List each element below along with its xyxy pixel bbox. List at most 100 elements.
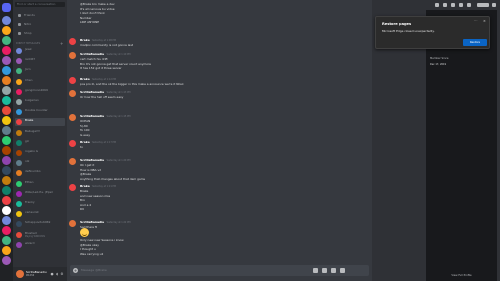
dm-item[interactable]: Double Counter [15,108,65,116]
mute-icon[interactable]: ● [50,272,54,276]
message-text: It has 152 got it three server [80,66,122,71]
dm-item[interactable]: Ethan [15,180,65,188]
nav-shop[interactable]: Shop [15,30,65,37]
search-box[interactable] [477,3,489,7]
server-icon[interactable] [2,136,11,145]
server-icon[interactable] [2,26,11,35]
message-author[interactable]: Brake [80,184,90,188]
server-icon[interactable] [2,206,11,215]
server-icon[interactable] [2,186,11,195]
inbox-icon[interactable] [492,3,496,7]
server-icon[interactable] [2,126,11,135]
dm-item[interactable]: Babugal!!! [15,129,65,137]
avatar[interactable] [69,220,76,227]
message-timestamp: Yesterday at 1:21 PM [91,185,116,188]
sticker-icon[interactable] [331,268,336,273]
message-author[interactable]: ScrillaBanadiu [80,90,104,94]
dm-item[interactable]: Chen [15,78,65,86]
message-input[interactable]: Message @Brake [81,265,107,276]
message-author[interactable]: ScrillaBanadiu [80,158,104,162]
dm-item[interactable]: Jewk [15,47,65,55]
server-icon[interactable] [2,36,11,45]
dm-item[interactable]: reddit? [15,57,65,65]
avatar[interactable] [16,270,24,278]
server-icon[interactable] [2,46,11,55]
server-icon[interactable] [2,236,11,245]
server-icon[interactable] [2,106,11,115]
avatar[interactable] [69,77,76,84]
dm-item[interactable]: wizard [15,241,65,249]
dm-item[interactable]: glc [15,139,65,147]
avatar [16,241,22,248]
message-author[interactable]: ScrillaBanadiu [80,220,104,224]
create-dm-icon[interactable]: + [60,41,63,46]
dm-item[interactable]: Franky [15,200,65,208]
server-icon[interactable] [2,66,11,75]
server-icon[interactable] [2,216,11,225]
server-icon[interactable] [2,156,11,165]
message-author[interactable]: Brake [80,38,90,42]
dm-status: Playing WINDOWS [25,234,46,238]
more-icon[interactable]: ⋯ [474,19,477,23]
server-icon[interactable] [2,116,11,125]
dm-item[interactable]: nik [15,159,65,167]
profile-toggle-icon[interactable] [467,3,471,7]
avatar[interactable] [69,38,76,45]
add-friend-icon[interactable] [459,3,463,7]
dm-item[interactable]: Wibu/Leb P.s. (Epsil [15,190,65,198]
server-icon[interactable] [2,146,11,155]
view-full-profile-link[interactable]: View Full Profile [426,274,497,277]
close-icon[interactable]: × [483,19,486,23]
dm-item[interactable]: definumbo [15,169,65,177]
server-icon[interactable] [2,56,11,65]
home-button[interactable] [2,3,11,12]
server-icon[interactable] [2,256,11,265]
server-icon[interactable] [2,226,11,235]
avatar[interactable] [69,184,76,191]
server-icon[interactable] [2,76,11,85]
dm-name: gongmono2069 [25,87,48,92]
dm-item[interactable]: carlaurist [15,210,65,218]
gif-icon[interactable] [322,268,327,273]
call-icon[interactable] [435,3,439,7]
headphones-icon[interactable]: ◖ [55,272,59,276]
dm-name: Brake [25,118,34,123]
message-author[interactable]: ScrillaBanadiu [80,114,104,118]
server-icon[interactable] [2,196,11,205]
server-icon[interactable] [2,176,11,185]
dm-item[interactable]: gongmono2069 [15,88,65,96]
attach-icon[interactable]: + [73,268,78,273]
message-author[interactable]: Brake [80,140,90,144]
server-icon[interactable] [2,96,11,105]
server-icon[interactable] [2,166,11,175]
dm-item[interactable]: Jorn [15,67,65,75]
restore-button[interactable]: Restore [463,39,487,46]
message-author[interactable]: ScrillaBanadiu [80,52,104,56]
dm-item[interactable]: Brake [15,118,65,127]
avatar[interactable] [69,114,76,121]
dm-item[interactable]: Schappuvitu6969 [15,220,65,228]
avatar[interactable] [69,158,76,165]
dm-item[interactable]: bulgarian [15,98,65,106]
avatar[interactable] [69,90,76,97]
search-input[interactable]: Find or start a conversation [15,2,65,7]
dm-item[interactable]: Blushed Playing WINDOWS [15,231,65,239]
video-icon[interactable] [443,3,447,7]
server-icon[interactable] [2,246,11,255]
gift-icon[interactable] [313,268,318,273]
message-text: R9 [80,207,84,212]
server-icon[interactable] [2,16,11,25]
message-text: I dont don't think [80,11,105,16]
pin-icon[interactable] [451,3,455,7]
avatar[interactable] [69,52,76,59]
avatar[interactable] [69,140,76,147]
dm-item[interactable]: rogelio G [15,149,65,157]
message-author[interactable]: Brake [80,77,90,81]
nav-friends[interactable]: Friends [15,12,65,19]
gear-icon[interactable]: ⚙ [60,272,64,276]
nav-nitro-label: Nitro [24,22,32,26]
nav-nitro[interactable]: Nitro [15,21,65,28]
server-icon[interactable] [2,86,11,95]
emoji-icon[interactable] [340,268,345,273]
message-composer[interactable]: + Message @Brake [70,265,369,276]
